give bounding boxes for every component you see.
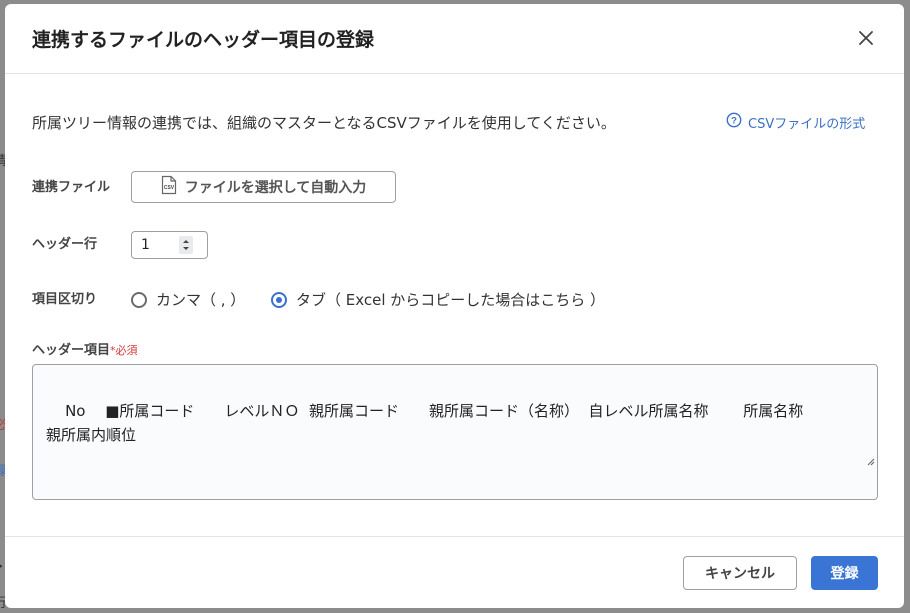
required-mark: *必須 [110,344,138,357]
select-file-button-label: ファイルを選択して自動入力 [184,180,367,196]
svg-text:CSV: CSV [164,185,175,191]
resize-handle-icon[interactable] [836,425,875,497]
close-icon[interactable] [855,27,877,49]
header-items-label: ヘッダー項目*必須 [32,339,138,358]
select-file-button[interactable]: CSV ファイルを選択して自動入力 [131,171,396,203]
header-row-value: 1 [141,237,150,253]
header-items-value: No ■所属コード レベルＮＯ 親所属コード 親所属コード（名称） 自レベル所属… [46,402,804,444]
radio-checked-icon[interactable] [271,291,287,308]
help-link-label: CSVファイルの形式 [748,116,866,132]
header-row-stepper[interactable]: 1 [131,231,208,259]
dialog-footer-divider [5,536,904,537]
header-items-textarea[interactable]: No ■所属コード レベルＮＯ 親所属コード 親所属コード（名称） 自レベル所属… [32,364,878,500]
radio-unchecked-icon[interactable] [131,291,147,308]
csv-format-help-link[interactable]: ? CSVファイルの形式 [726,112,865,132]
question-circle-icon: ? [726,112,742,132]
stepper-arrows-icon[interactable] [179,236,193,254]
dialog-description: 所属ツリー情報の連携では、組織のマスターとなるCSVファイルを使用してください。 [32,114,616,132]
file-label: 連携ファイル [32,180,111,195]
header-registration-dialog: 連携するファイルのヘッダー項目の登録 所属ツリー情報の連携では、組織のマスターと… [5,4,904,608]
dialog-title: 連携するファイルのヘッダー項目の登録 [32,29,375,51]
delimiter-label: 項目区切り [32,292,98,307]
delimiter-option-tab[interactable]: タブ（ Excel からコピーした場合はこちら ） [271,289,605,310]
svg-text:?: ? [731,116,737,127]
delimiter-option-label: カンマ（ , ） [156,291,246,309]
header-items-label-text: ヘッダー項目 [32,343,111,358]
csv-file-icon: CSV [161,175,177,199]
delimiter-option-comma[interactable]: カンマ（ , ） [131,289,245,310]
header-row-label: ヘッダー行 [32,237,98,252]
delimiter-option-label: タブ（ Excel からコピーした場合はこちら ） [296,291,606,309]
register-button[interactable]: 登録 [811,556,878,590]
dialog-header: 連携するファイルのヘッダー項目の登録 [5,4,904,74]
cancel-button[interactable]: キャンセル [683,556,797,590]
